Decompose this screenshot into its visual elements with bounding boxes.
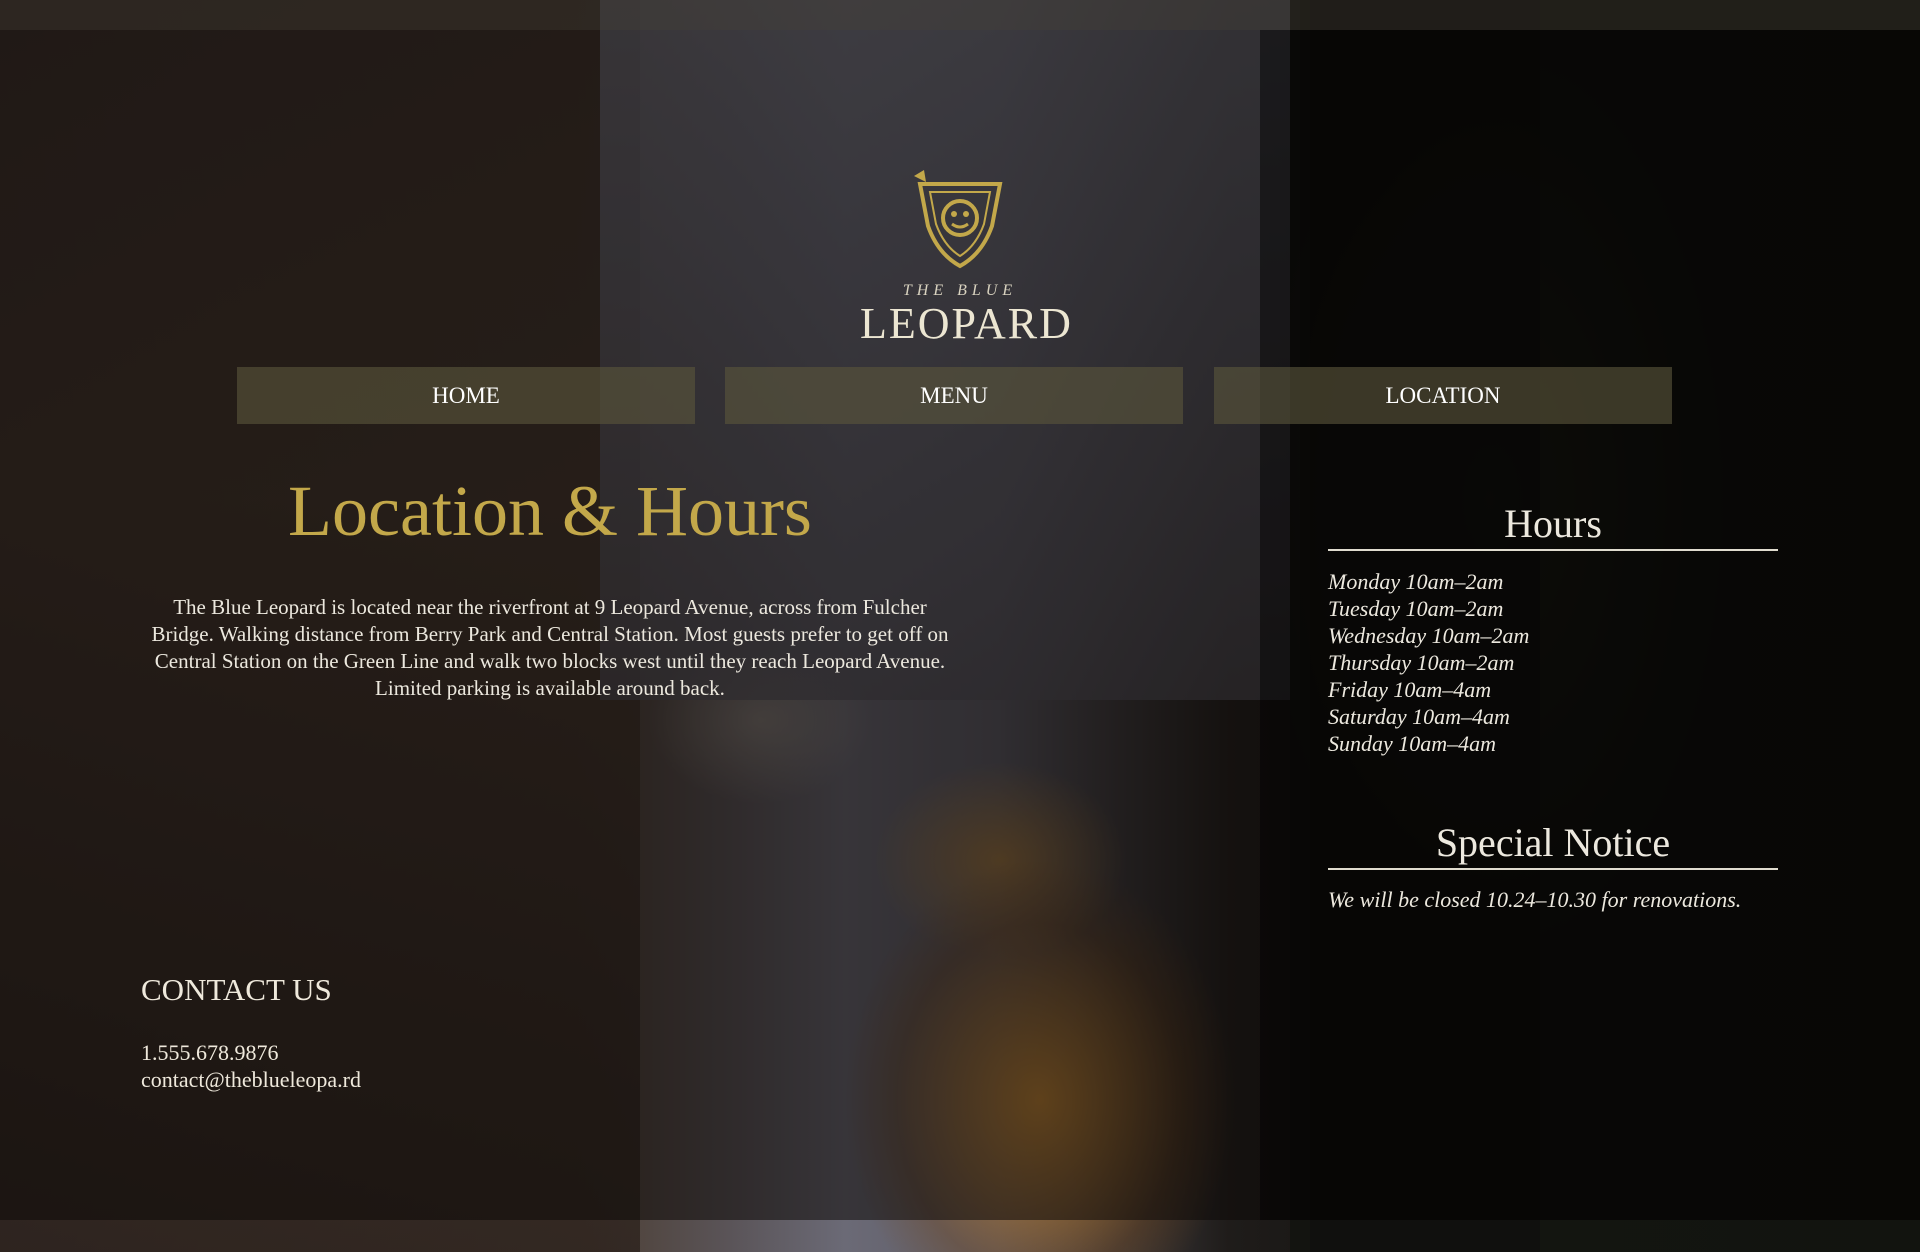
hours-item: Tuesday 10am–2am [1328, 596, 1504, 621]
nav-home-button[interactable]: HOME [237, 367, 695, 424]
contact-email[interactable]: contact@theblueleopa.rd [141, 1067, 361, 1093]
leopard-crest-icon [912, 170, 1008, 275]
special-notice-heading: Special Notice [1328, 819, 1778, 870]
contact-phone[interactable]: 1.555.678.9876 [141, 1040, 279, 1066]
contact-heading: CONTACT US [141, 972, 332, 1007]
top-strip [0, 0, 1920, 30]
hours-item: Wednesday 10am–2am [1328, 623, 1530, 648]
special-notice-text: We will be closed 10.24–10.30 for renova… [1328, 887, 1742, 912]
logo-big-text: LEOPARD [860, 299, 1073, 348]
hours-item: Saturday 10am–4am [1328, 704, 1510, 729]
hours-item: Friday 10am–4am [1328, 677, 1492, 702]
hours-item: Sunday 10am–4am [1328, 731, 1497, 756]
nav-menu-button[interactable]: MENU [725, 367, 1183, 424]
location-description: The Blue Leopard is located near the riv… [151, 595, 949, 700]
hours-item: Monday 10am–2am [1328, 569, 1504, 594]
nav-location-button[interactable]: LOCATION [1214, 367, 1672, 424]
hours-item: Thursday 10am–2am [1328, 650, 1515, 675]
hours-list: Monday 10am–2am Tuesday 10am–2am Wednesd… [1328, 568, 1778, 757]
site-logo[interactable]: THE BLUE LEOPARD [860, 170, 1073, 350]
page-title: Location & Hours [288, 471, 812, 551]
hours-heading: Hours [1328, 500, 1778, 551]
